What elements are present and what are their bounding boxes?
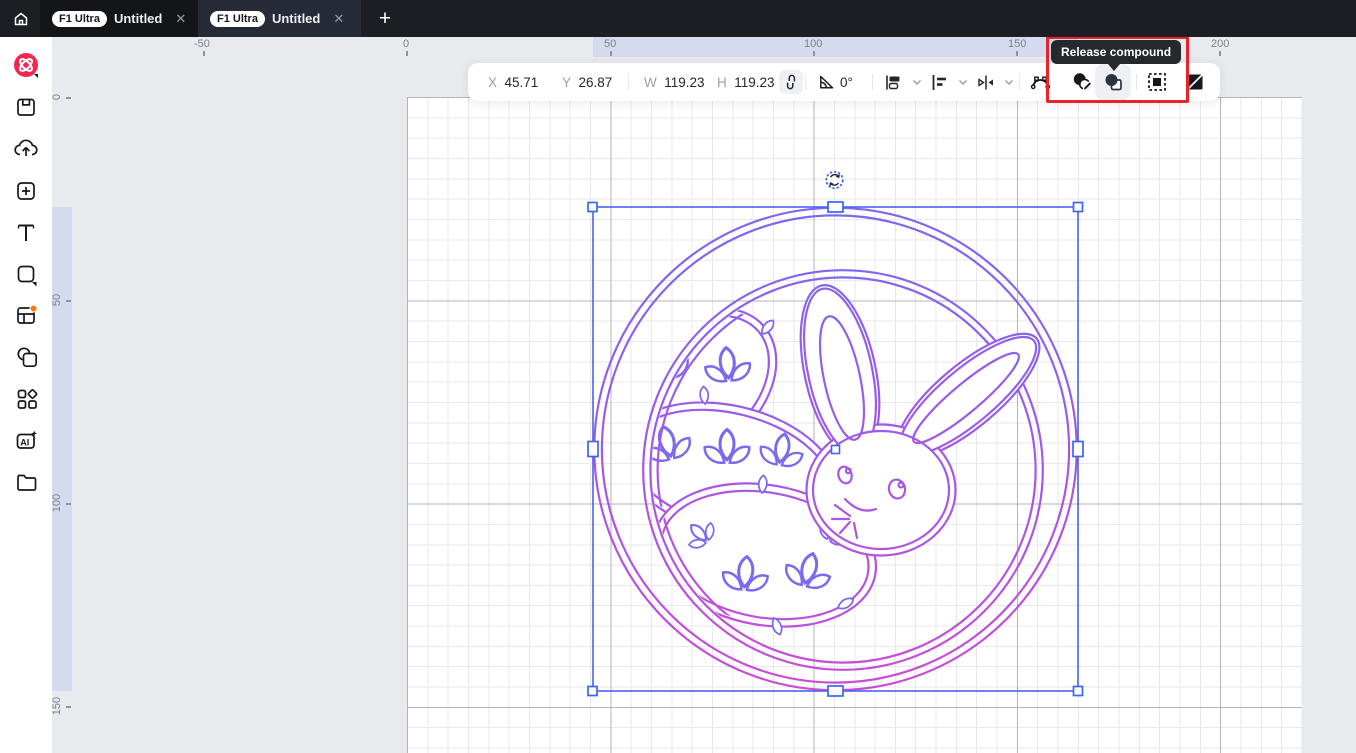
svg-text:AI: AI bbox=[20, 437, 29, 447]
